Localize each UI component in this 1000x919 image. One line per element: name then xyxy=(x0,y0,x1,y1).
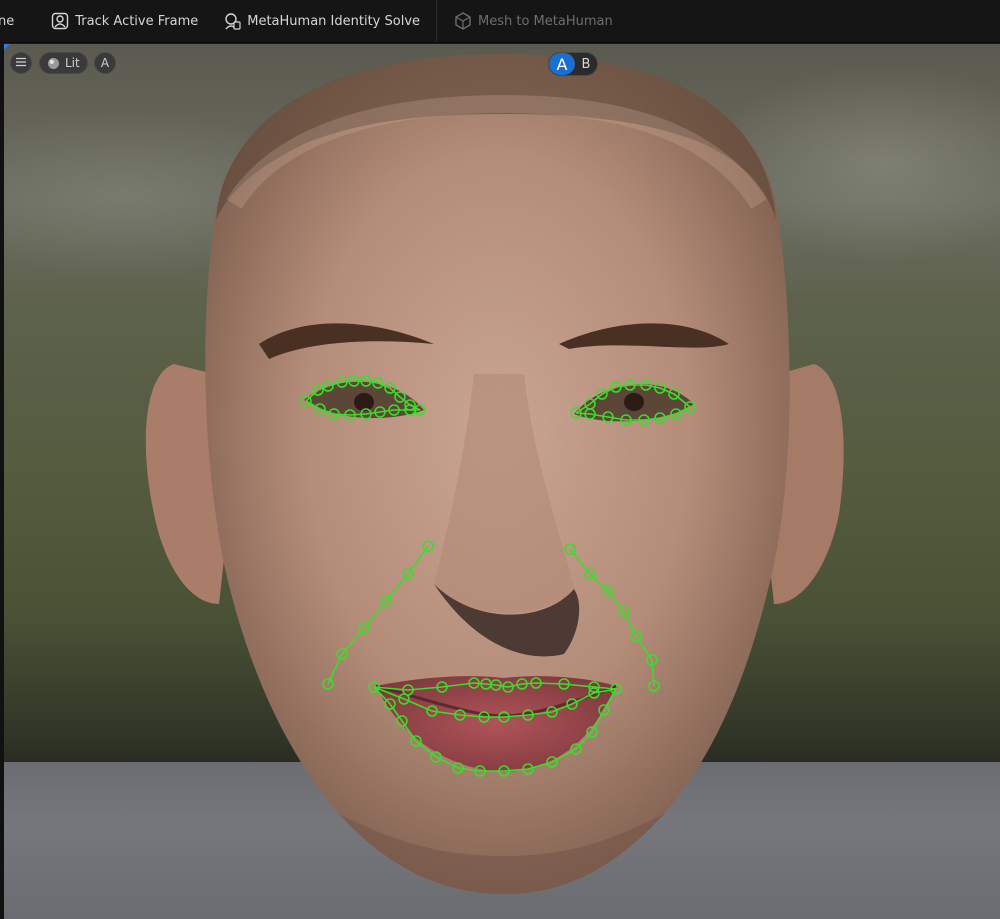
toolbar-divider xyxy=(436,0,438,42)
track-active-frame-label: Track Active Frame xyxy=(75,13,199,29)
track-active-frame-button[interactable]: Track Active Frame xyxy=(28,0,212,42)
ab-view-toggle[interactable]: A B xyxy=(548,52,598,76)
viewport[interactable] xyxy=(4,44,1000,919)
view-mode-button[interactable]: Lit xyxy=(39,52,88,74)
track-frame-icon xyxy=(50,11,70,31)
identity-solve-icon xyxy=(222,11,242,31)
view-mode-label: Lit xyxy=(65,56,80,70)
mesh-to-metahuman-label: Mesh to MetaHuman xyxy=(478,13,613,29)
ab-toggle-b[interactable]: B xyxy=(575,53,597,75)
metahuman-face-render xyxy=(145,54,844,894)
mesh-to-metahuman-button[interactable]: Mesh to MetaHuman xyxy=(453,0,627,42)
metahuman-identity-solve-button[interactable]: MetaHuman Identity Solve xyxy=(212,0,434,42)
viewport-active-corner xyxy=(4,44,10,50)
ab-toggle-a[interactable]: A xyxy=(549,53,575,75)
viewport-menu-button[interactable] xyxy=(10,52,32,74)
toolbar-partial-button[interactable]: ne xyxy=(0,0,28,42)
camera-label: A xyxy=(100,56,110,70)
metahuman-identity-solve-label: MetaHuman Identity Solve xyxy=(247,13,421,29)
toolbar-partial-label: ne xyxy=(0,13,15,29)
hamburger-icon xyxy=(15,56,27,70)
toolbar: ne Track Active Frame MetaHuman Identity… xyxy=(0,0,1000,43)
ab-toggle-a-label: A xyxy=(556,54,568,74)
lit-sphere-icon xyxy=(47,57,60,70)
camera-select-button[interactable]: A xyxy=(94,52,116,74)
ab-toggle-b-label: B xyxy=(581,56,591,72)
mesh-to-metahuman-icon xyxy=(453,11,473,31)
